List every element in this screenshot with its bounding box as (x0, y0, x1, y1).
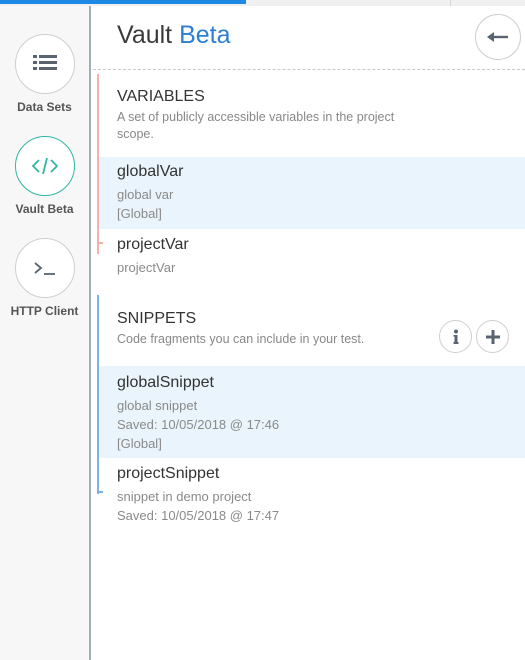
snippet-item-projectsnippet[interactable]: projectSnippet snippet in demo project S… (99, 459, 525, 531)
progress-fill (0, 0, 246, 4)
sidebar-item-label: HTTP Client (10, 304, 79, 318)
sidebar-item-label: Data Sets (17, 100, 72, 114)
title-accent: Beta (179, 21, 231, 49)
variable-scope: [Global] (117, 206, 162, 221)
variable-description: global var (117, 187, 174, 202)
sidebar-item-data-sets[interactable]: Data Sets (0, 34, 89, 114)
list-icon (32, 55, 57, 70)
title-main: Vault (117, 21, 173, 49)
variable-item-projectvar[interactable]: projectVar projectVar (99, 230, 525, 282)
snippet-name: projectSnippet (117, 465, 220, 482)
panel-header: Vault Beta (93, 6, 525, 70)
variable-name: globalVar (117, 163, 184, 180)
data-sets-button[interactable] (14, 34, 75, 94)
snippet-saved-date: Saved: 10/05/2018 @ 17:46 (117, 417, 280, 432)
back-button[interactable] (475, 14, 521, 60)
snippet-saved-date: Saved: 10/05/2018 @ 17:47 (117, 508, 280, 523)
code-icon (31, 157, 58, 175)
terminal-icon (33, 262, 55, 275)
page-title: Vault Beta (117, 21, 231, 50)
variable-item-globalvar[interactable]: globalVar global var [Global] (99, 157, 525, 229)
snippets-info-button[interactable] (439, 320, 472, 353)
add-snippet-button[interactable] (476, 320, 509, 353)
http-client-button[interactable] (14, 238, 75, 298)
snippet-scope: [Global] (117, 436, 162, 451)
plus-icon (485, 329, 500, 344)
variables-description: A set of publicly accessible variables i… (117, 110, 395, 141)
snippet-item-globalsnippet[interactable]: globalSnippet global snippet Saved: 10/0… (99, 366, 525, 458)
sidebar-item-http-client[interactable]: HTTP Client (0, 238, 89, 318)
sidebar-item-label: Vault Beta (15, 202, 74, 216)
snippet-name: globalSnippet (117, 374, 214, 391)
sidebar: Data Sets Vault Beta HTTP Client (0, 6, 91, 660)
snippet-description: global snippet (117, 398, 198, 413)
sidebar-item-vault-beta[interactable]: Vault Beta (0, 136, 89, 216)
variable-name: projectVar (117, 236, 189, 253)
info-icon (453, 329, 458, 344)
variable-description: projectVar (117, 260, 176, 275)
vault-beta-button[interactable] (14, 136, 75, 196)
snippets-title: SNIPPETS (117, 310, 197, 327)
snippet-description: snippet in demo project (117, 489, 252, 504)
snippets-description: Code fragments you can include in your t… (117, 332, 365, 346)
arrow-left-icon (487, 32, 508, 42)
variables-title: VARIABLES (117, 88, 205, 105)
main-panel: Vault Beta VARIABLES A set of publicly a… (93, 6, 525, 660)
